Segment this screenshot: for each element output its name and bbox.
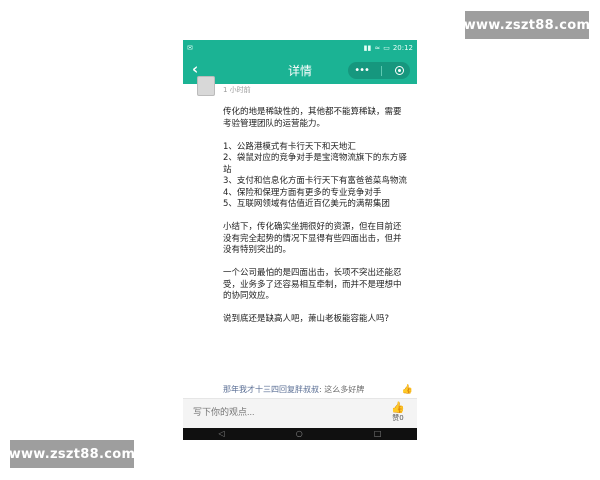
thumbs-up-icon: 👍 — [391, 401, 405, 414]
close-circle-icon[interactable] — [394, 66, 404, 75]
nav-recent-icon[interactable]: □ — [374, 430, 382, 438]
avatar[interactable] — [197, 76, 215, 96]
title-bar: ‹ 详情 ••• — [183, 56, 417, 84]
signal-icon: ▮▮ — [363, 44, 372, 52]
capsule-divider — [381, 65, 383, 76]
battery-icon: ▭ — [383, 44, 390, 52]
comment-input[interactable] — [193, 407, 363, 417]
comment-time: 1 小时前 — [223, 86, 251, 94]
status-time: 20:12 — [392, 44, 413, 52]
more-icon[interactable]: ••• — [354, 65, 370, 76]
comment-body: 传化的地是稀缺性的，其他都不能算稀缺，需要考验管理团队的运营能力。 1、公路港模… — [223, 107, 407, 324]
like-button[interactable]: 👍 赞0 — [388, 402, 408, 423]
comment-content: 1 小时前 传化的地是稀缺性的，其他都不能算稀缺，需要考验管理团队的运营能力。 … — [183, 76, 417, 398]
watermark-top: www.zszt88.com — [464, 11, 590, 39]
reply-author[interactable]: 那年我才十三四回复胖叔叔 — [223, 385, 319, 394]
phone-screen: ✉ ▮▮ ≈ ▭ 20:12 ‹ 详情 ••• 1 小时前 传化的地是稀缺性的，… — [183, 40, 417, 440]
comment-input-bar: 👍 赞0 — [183, 398, 417, 428]
like-count: 赞0 — [392, 414, 404, 422]
nav-back-icon[interactable]: ◁ — [219, 430, 225, 438]
reply-body: : 这么多好牌 — [319, 385, 365, 394]
mini-program-capsule: ••• — [348, 62, 410, 79]
reply-text: 那年我才十三四回复胖叔叔: 这么多好牌 — [223, 384, 364, 395]
wifi-icon: ≈ — [374, 44, 381, 52]
reply-preview[interactable]: 那年我才十三四回复胖叔叔: 这么多好牌 👍 — [223, 384, 413, 395]
status-icons: ▮▮ ≈ ▭ 20:12 — [364, 44, 413, 52]
watermark-bottom: www.zszt88.com — [9, 440, 135, 468]
android-nav-bar: ◁ ○ □ — [183, 428, 417, 440]
nav-home-icon[interactable]: ○ — [296, 430, 303, 438]
status-bar: ✉ ▮▮ ≈ ▭ 20:12 — [183, 40, 417, 56]
thumbs-up-icon[interactable]: 👍 — [402, 385, 413, 395]
wechat-notification-icon: ✉ — [187, 44, 193, 52]
